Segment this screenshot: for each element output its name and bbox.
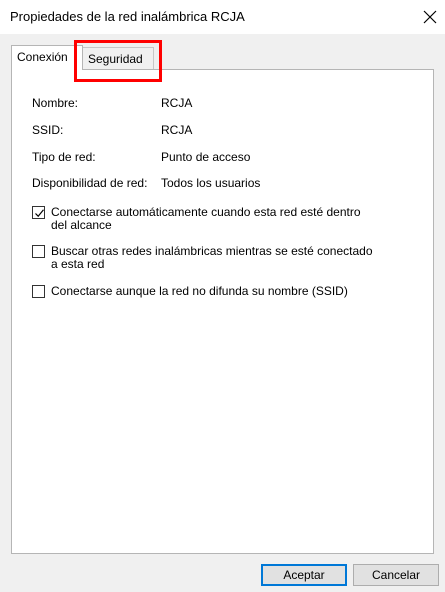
cancel-button[interactable]: Cancelar	[353, 564, 439, 586]
tab-seguridad-label: Seguridad	[88, 52, 143, 66]
wireless-properties-dialog: Propiedades de la red inalámbrica RCJA C…	[0, 0, 445, 592]
auto-connect-label[interactable]: Conectarse automáticamente cuando esta r…	[51, 206, 361, 232]
tab-conexion-label: Conexión	[17, 50, 68, 64]
accept-button[interactable]: Aceptar	[261, 564, 347, 586]
name-value: RCJA	[161, 96, 193, 110]
ssid-label: SSID:	[32, 123, 64, 137]
window-title: Propiedades de la red inalámbrica RCJA	[10, 9, 245, 24]
connect-hidden-ssid-label[interactable]: Conectarse aunque la red no difunda su n…	[51, 285, 348, 298]
tab-seguridad[interactable]: Seguridad	[80, 47, 154, 69]
search-other-networks-checkbox[interactable]	[32, 245, 45, 258]
auto-connect-checkbox[interactable]	[32, 206, 45, 219]
network-type-label: Tipo de red:	[32, 150, 96, 164]
network-type-value: Punto de acceso	[161, 150, 251, 164]
auto-connect-label-line2: del alcance	[51, 218, 112, 232]
tab-conexion[interactable]: Conexión	[11, 45, 83, 70]
title-bar: Propiedades de la red inalámbrica RCJA	[0, 0, 445, 34]
search-other-networks-label[interactable]: Buscar otras redes inalámbricas mientras…	[51, 245, 373, 271]
checkmark-icon	[35, 209, 44, 218]
availability-value: Todos los usuarios	[161, 176, 261, 190]
search-other-networks-label-line2: a esta red	[51, 257, 105, 271]
close-button[interactable]	[415, 2, 445, 32]
connect-hidden-ssid-checkbox[interactable]	[32, 285, 45, 298]
close-icon	[423, 10, 437, 24]
tab-panel-conexion	[11, 69, 434, 554]
ssid-value: RCJA	[161, 123, 193, 137]
availability-label: Disponibilidad de red:	[32, 176, 148, 190]
name-label: Nombre:	[32, 96, 79, 110]
